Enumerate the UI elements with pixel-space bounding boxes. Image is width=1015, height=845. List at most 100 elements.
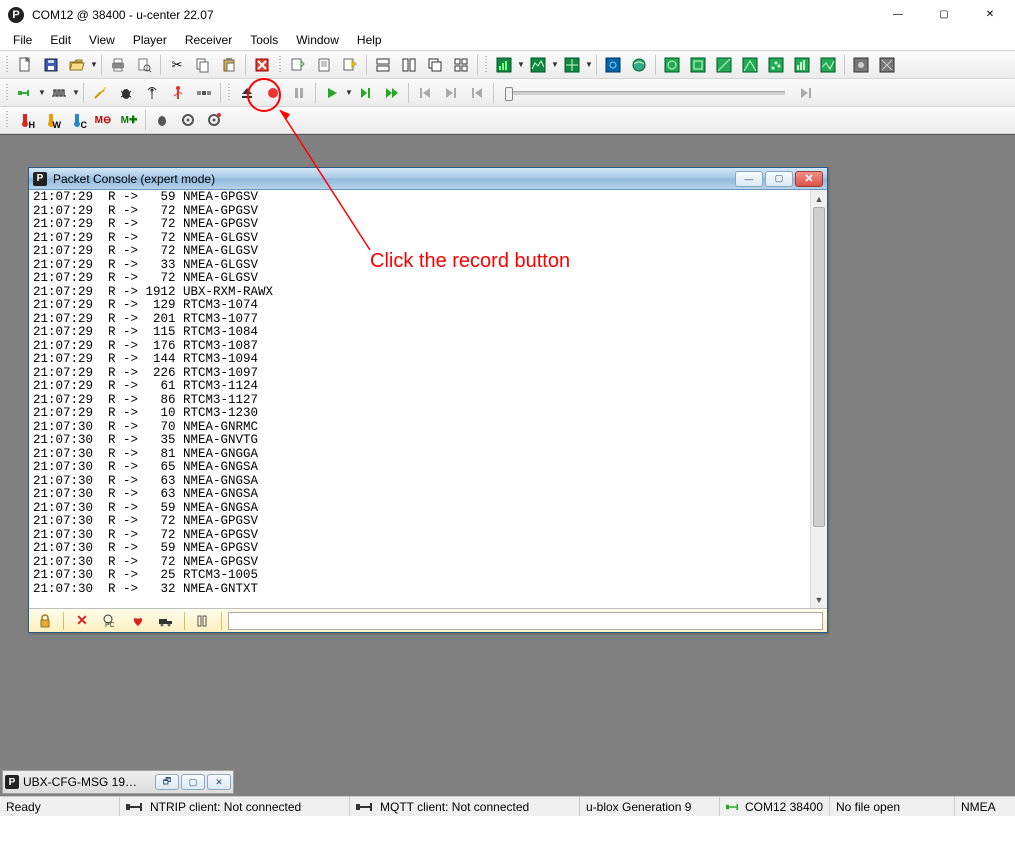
menu-receiver[interactable]: Receiver (176, 31, 241, 49)
connect-dropdown[interactable]: ▼ (38, 88, 46, 97)
baudrate-button[interactable] (47, 82, 71, 104)
debug2-button[interactable] (150, 109, 174, 131)
chart-sky-button[interactable] (526, 54, 550, 76)
ubx-restore-button[interactable]: 🗗 (155, 774, 179, 790)
window-maximize-button[interactable]: ▢ (921, 0, 967, 30)
player-slider[interactable] (505, 91, 785, 95)
grid-g5-button[interactable] (764, 54, 788, 76)
play-dropdown[interactable]: ▼ (345, 88, 353, 97)
step-button[interactable] (354, 82, 378, 104)
menu-window[interactable]: Window (287, 31, 348, 49)
child-close-button[interactable]: ✕ (795, 171, 823, 187)
eject-button[interactable] (235, 82, 259, 104)
scroll-up-button[interactable]: ▲ (811, 190, 827, 207)
menu-player[interactable]: Player (124, 31, 176, 49)
menu-tools[interactable]: Tools (241, 31, 287, 49)
cut-button[interactable]: ✂ (165, 54, 189, 76)
debug-button[interactable] (114, 82, 138, 104)
settings-dot-button[interactable] (202, 109, 226, 131)
tile-horizontal-button[interactable] (371, 54, 395, 76)
window-minimize-button[interactable]: — (875, 0, 921, 30)
save-button[interactable] (39, 54, 63, 76)
tile-vertical-button[interactable] (397, 54, 421, 76)
toolbar-grip[interactable] (4, 54, 10, 76)
connect-button[interactable] (13, 82, 37, 104)
grid-g3-button[interactable] (712, 54, 736, 76)
menu-file[interactable]: File (4, 31, 41, 49)
skip-next-button[interactable] (439, 82, 463, 104)
chart-sig-dropdown[interactable]: ▼ (585, 60, 593, 69)
coldstart-button[interactable]: C (65, 109, 89, 131)
print-button[interactable] (106, 54, 130, 76)
baudrate-dropdown[interactable]: ▼ (72, 88, 80, 97)
menu-view[interactable]: View (80, 31, 124, 49)
play-button[interactable] (320, 82, 344, 104)
chart-sat-dropdown[interactable]: ▼ (517, 60, 525, 69)
grid-g1-button[interactable] (660, 54, 684, 76)
pc-settings-button[interactable]: PC (99, 611, 121, 631)
packet-list-scrollbar[interactable]: ▲ ▼ (810, 190, 827, 608)
heart-button[interactable] (127, 611, 149, 631)
menu-edit[interactable]: Edit (41, 31, 80, 49)
warmstart-button[interactable]: W (39, 109, 63, 131)
globe-button[interactable] (627, 54, 651, 76)
autobaud-button[interactable] (88, 82, 112, 104)
record-button[interactable] (261, 82, 285, 104)
abort-button[interactable] (250, 54, 274, 76)
open-button[interactable] (65, 54, 89, 76)
msg-generate-button[interactable] (286, 54, 310, 76)
status-file: No file open (830, 797, 955, 816)
toolbar-grip[interactable] (226, 82, 232, 104)
clear-button[interactable]: ✕ (71, 611, 93, 631)
chart-sat-button[interactable] (492, 54, 516, 76)
chart-sig-button[interactable] (560, 54, 584, 76)
toolbar-grip[interactable] (277, 54, 283, 76)
skip-prev-button[interactable] (413, 82, 437, 104)
antenna-button[interactable] (140, 82, 164, 104)
last-l1-button[interactable] (849, 54, 873, 76)
ubx-close-button[interactable]: ✕ (207, 774, 231, 790)
mon-button[interactable]: M⊖ (91, 109, 115, 131)
grid-g2-button[interactable] (686, 54, 710, 76)
truck-button[interactable] (155, 611, 177, 631)
print-preview-button[interactable] (132, 54, 156, 76)
open-dropdown[interactable]: ▼ (90, 60, 98, 69)
columns-button[interactable] (192, 611, 214, 631)
usb-button[interactable] (166, 82, 190, 104)
packet-list[interactable]: 21:07:29 R -> 59 NMEA-GPGSV 21:07:29 R -… (29, 190, 810, 608)
window-close-button[interactable]: ✕ (967, 0, 1013, 30)
child-minimize-button[interactable]: — (735, 171, 763, 187)
toolbar-grip[interactable] (483, 54, 489, 76)
slider-end-button[interactable] (794, 82, 818, 104)
msg-find-button[interactable] (338, 54, 362, 76)
scroll-thumb[interactable] (813, 207, 825, 527)
toolbar-grip[interactable] (4, 109, 10, 131)
scroll-down-button[interactable]: ▼ (811, 591, 827, 608)
copy-button[interactable] (191, 54, 215, 76)
grid-g6-button[interactable] (790, 54, 814, 76)
paste-button[interactable] (217, 54, 241, 76)
ffwd-button[interactable] (380, 82, 404, 104)
new-file-button[interactable] (13, 54, 37, 76)
ubx-maximize-button[interactable]: ▢ (181, 774, 205, 790)
packet-filter-input[interactable] (228, 612, 823, 630)
grid-g4-button[interactable] (738, 54, 762, 76)
child-maximize-button[interactable]: ▢ (765, 171, 793, 187)
last-l2-button[interactable] (875, 54, 899, 76)
arrange-button[interactable] (449, 54, 473, 76)
settings-button[interactable] (176, 109, 200, 131)
chart-sky-dropdown[interactable]: ▼ (551, 60, 559, 69)
map-button[interactable] (601, 54, 625, 76)
menu-help[interactable]: Help (348, 31, 391, 49)
mon-plus-button[interactable]: M✚ (117, 109, 141, 131)
packet-console-titlebar[interactable]: P Packet Console (expert mode) — ▢ ✕ (29, 168, 827, 190)
lock-button[interactable] (34, 611, 56, 631)
grid-g7-button[interactable] (816, 54, 840, 76)
sat-button[interactable] (192, 82, 216, 104)
toolbar-grip[interactable] (4, 82, 10, 104)
skip-end-button[interactable] (465, 82, 489, 104)
cascade-button[interactable] (423, 54, 447, 76)
pause-button[interactable] (287, 82, 311, 104)
msg-doc-button[interactable] (312, 54, 336, 76)
hotstart-button[interactable]: H (13, 109, 37, 131)
